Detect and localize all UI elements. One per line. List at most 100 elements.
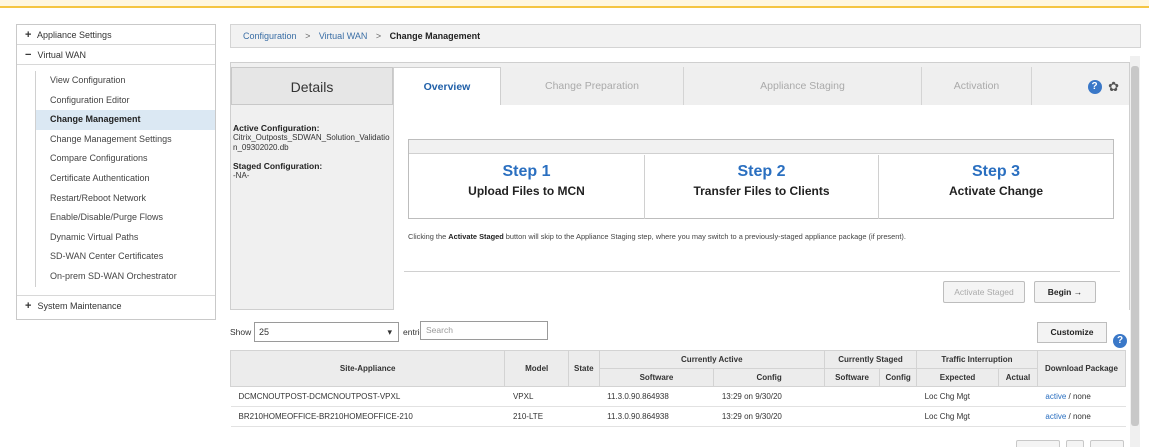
col-model[interactable]: Model xyxy=(504,350,569,387)
overview-content: Step 1 Upload Files to MCN Step 2 Transf… xyxy=(393,105,1129,310)
pagination-page[interactable] xyxy=(1066,440,1084,447)
sidebar-appliance-settings[interactable]: + Appliance Settings xyxy=(17,25,215,45)
collapse-icon: − xyxy=(25,49,32,61)
cell-config: 13:29 on 9/30/20 xyxy=(713,386,825,407)
sidebar-item-restart-reboot-network[interactable]: Restart/Reboot Network xyxy=(35,188,215,209)
step-title: Step 1 xyxy=(502,163,551,180)
col-staged-software[interactable]: Software xyxy=(823,368,881,387)
breadcrumb: Configuration > Virtual WAN > Change Man… xyxy=(230,24,1141,48)
sidebar-section-label: Virtual WAN xyxy=(37,50,87,60)
breadcrumb-configuration[interactable]: Configuration xyxy=(243,31,297,41)
sidebar-item-change-management-settings[interactable]: Change Management Settings xyxy=(35,129,215,150)
tab-activation[interactable]: Activation xyxy=(922,67,1032,105)
change-management-panel: Details Active Configuration: Citrix_Out… xyxy=(230,62,1130,310)
show-label: Show xyxy=(230,327,252,337)
help-icon[interactable]: ? xyxy=(1113,334,1127,348)
step-title: Step 3 xyxy=(971,163,1020,180)
cell-staged-software xyxy=(824,386,880,407)
col-state[interactable]: State xyxy=(567,350,600,387)
table-row: DCMCNOUTPOST-DCMCNOUTPOST-VPXL VPXL 11.3… xyxy=(230,386,1126,407)
download-active-link[interactable]: active xyxy=(1045,392,1066,401)
sidebar-section-label: System Maintenance xyxy=(37,300,122,311)
step-description: Transfer Files to Clients xyxy=(693,184,830,198)
col-currently-staged: Currently Staged xyxy=(823,350,918,369)
pagination-previous[interactable] xyxy=(1016,440,1060,447)
col-currently-active: Currently Active xyxy=(598,350,825,369)
pagination-next[interactable] xyxy=(1090,440,1124,447)
search-input[interactable]: Search xyxy=(420,321,548,340)
cell-download: active / none xyxy=(1037,406,1126,427)
sidebar: + Appliance Settings − Virtual WAN View … xyxy=(16,24,216,320)
tab-change-preparation[interactable]: Change Preparation xyxy=(501,67,684,105)
begin-button[interactable]: Begin → xyxy=(1034,281,1096,303)
gear-icon[interactable]: ✿ xyxy=(1108,79,1119,95)
breadcrumb-separator: > xyxy=(305,31,311,41)
sidebar-item-dynamic-virtual-paths[interactable]: Dynamic Virtual Paths xyxy=(35,227,215,248)
sidebar-system-maintenance[interactable]: + System Maintenance xyxy=(17,296,215,316)
activate-staged-button[interactable]: Activate Staged xyxy=(943,281,1025,303)
staged-config-label: Staged Configuration: xyxy=(233,161,323,171)
steps-header xyxy=(409,140,1113,154)
divider xyxy=(404,271,1120,272)
cell-staged-software xyxy=(824,406,880,427)
sidebar-item-enable-disable-purge-flows[interactable]: Enable/Disable/Purge Flows xyxy=(35,208,215,228)
cell-state xyxy=(568,406,600,427)
steps-box: Step 1 Upload Files to MCN Step 2 Transf… xyxy=(408,139,1114,219)
breadcrumb-current: Change Management xyxy=(389,31,481,41)
note-text: button will skip to the Appliance Stagin… xyxy=(503,232,906,241)
sidebar-item-compare-configurations[interactable]: Compare Configurations xyxy=(35,149,215,169)
sidebar-item-view-configuration[interactable]: View Configuration xyxy=(35,71,215,91)
sidebar-virtual-wan-items: View Configuration Configuration Editor … xyxy=(17,65,215,296)
staged-config-value: -NA- xyxy=(233,171,250,180)
tab-overview[interactable]: Overview xyxy=(393,67,501,105)
cell-model: 210-LTE xyxy=(504,406,569,427)
step-title: Step 2 xyxy=(737,163,786,180)
col-expected[interactable]: Expected xyxy=(916,368,999,387)
col-staged-config[interactable]: Config xyxy=(879,368,918,387)
customize-button[interactable]: Customize xyxy=(1037,322,1107,343)
cell-state xyxy=(568,386,600,407)
col-active-software[interactable]: Software xyxy=(598,368,715,387)
download-separator: / xyxy=(1066,412,1073,421)
sidebar-item-change-management[interactable]: Change Management xyxy=(35,110,215,130)
active-config-value: Citrix_Outposts_SDWAN_Solution_Validatio… xyxy=(233,133,390,152)
chevron-down-icon: ▾ xyxy=(387,327,392,337)
sidebar-item-certificate-authentication[interactable]: Certificate Authentication xyxy=(35,168,215,189)
download-active-link[interactable]: active xyxy=(1045,412,1066,421)
tab-tools: ? ✿ xyxy=(1087,79,1119,95)
sidebar-item-onprem-orchestrator[interactable]: On-prem SD-WAN Orchestrator xyxy=(35,266,215,287)
entries-select[interactable]: 25 ▾ xyxy=(254,322,399,342)
table-row: BR210HOMEOFFICE-BR210HOMEOFFICE-210 210-… xyxy=(230,406,1126,427)
step-description: Activate Change xyxy=(948,184,1044,198)
cell-download: active / none xyxy=(1037,386,1126,407)
cell-site: DCMCNOUTPOST-DCMCNOUTPOST-VPXL xyxy=(230,386,505,407)
sidebar-item-configuration-editor[interactable]: Configuration Editor xyxy=(35,90,215,111)
sidebar-virtual-wan[interactable]: − Virtual WAN xyxy=(17,45,215,65)
help-icon[interactable]: ? xyxy=(1087,80,1102,95)
activate-staged-note: Clicking the Activate Staged button will… xyxy=(408,232,906,241)
col-active-config[interactable]: Config xyxy=(713,368,825,387)
expand-icon: + xyxy=(25,299,32,312)
col-download-package[interactable]: Download Package xyxy=(1036,350,1127,387)
entries-value: 25 xyxy=(259,327,270,337)
sidebar-item-sdwan-center-certificates[interactable]: SD-WAN Center Certificates xyxy=(35,247,215,267)
cell-expected: Loc Chg Mgt xyxy=(916,386,999,407)
note-bold: Activate Staged xyxy=(448,232,504,241)
col-actual[interactable]: Actual xyxy=(998,368,1038,387)
col-traffic-interruption: Traffic Interruption xyxy=(916,350,1038,369)
download-separator: / xyxy=(1066,392,1073,401)
notification-bar xyxy=(0,0,1149,8)
col-site-appliance[interactable]: Site-Appliance xyxy=(229,350,506,387)
cell-model: VPXL xyxy=(504,386,569,407)
active-config-label: Active Configuration: xyxy=(233,123,320,133)
cell-config: 13:29 on 9/30/20 xyxy=(713,406,825,427)
scrollbar-thumb[interactable] xyxy=(1131,66,1139,426)
tab-appliance-staging[interactable]: Appliance Staging xyxy=(684,67,922,105)
details-body: Active Configuration: Citrix_Outposts_SD… xyxy=(233,123,391,189)
step-2: Step 2 Transfer Files to Clients xyxy=(645,155,879,219)
cell-expected: Loc Chg Mgt xyxy=(916,406,999,427)
breadcrumb-virtual-wan[interactable]: Virtual WAN xyxy=(319,31,368,41)
expand-icon: + xyxy=(25,29,32,41)
cell-software: 11.3.0.90.864938 xyxy=(599,386,714,407)
breadcrumb-separator: > xyxy=(375,31,382,41)
